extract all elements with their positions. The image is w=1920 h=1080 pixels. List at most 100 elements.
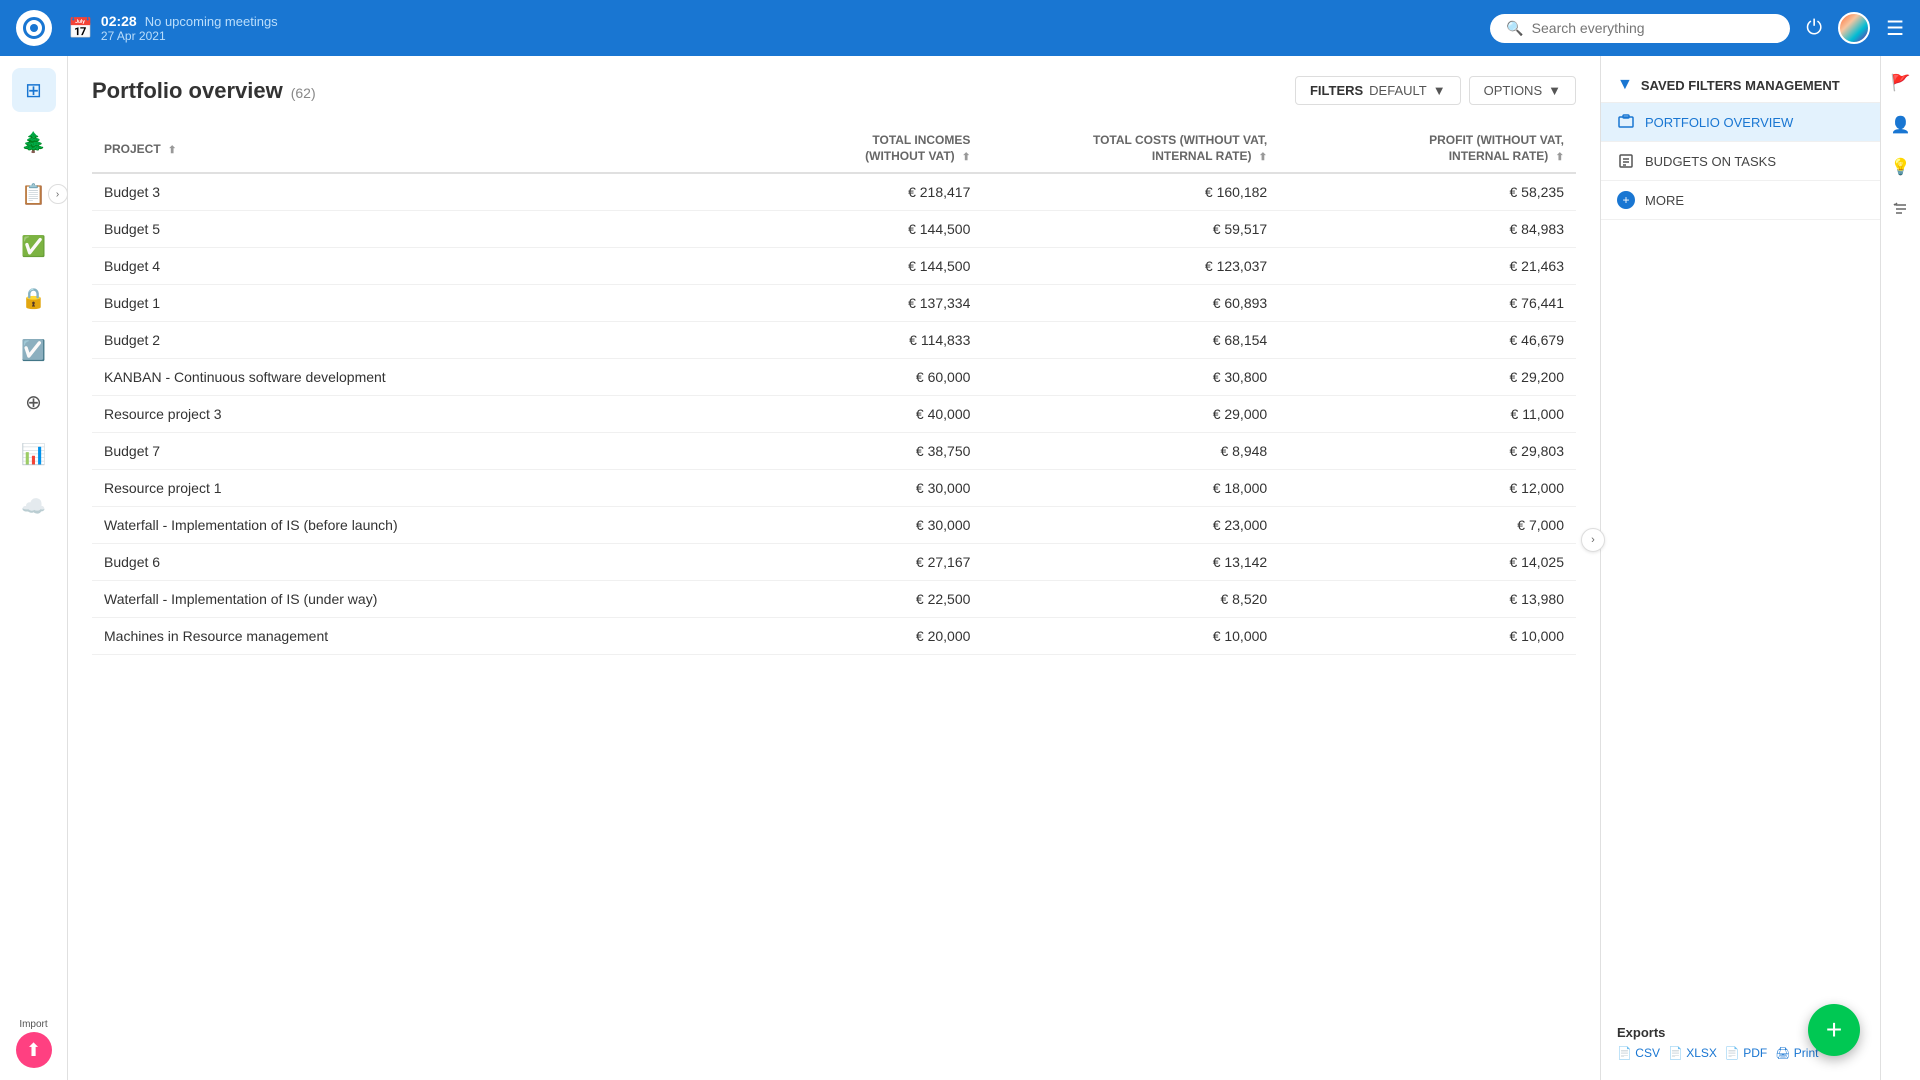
task-list-icon[interactable] [1886,194,1916,224]
menu-button[interactable]: ☰ [1886,16,1904,41]
cell-profit-11: € 13,980 [1279,581,1576,618]
cell-income-2: € 144,500 [686,248,983,285]
export-xlsx[interactable]: 📄 XLSX [1668,1046,1717,1060]
cell-income-0: € 218,417 [686,173,983,211]
cell-profit-1: € 84,983 [1279,211,1576,248]
table-row[interactable]: Budget 5 € 144,500 € 59,517 € 84,983 [92,211,1576,248]
th-profit[interactable]: PROFIT (WITHOUT VAT,INTERNAL RATE) ⬆ [1279,125,1576,173]
cell-costs-2: € 123,037 [982,248,1279,285]
budget-icon [1617,152,1635,170]
export-pdf[interactable]: 📄 PDF [1725,1046,1767,1060]
cell-income-1: € 144,500 [686,211,983,248]
th-project[interactable]: PROJECT ⬆ [92,125,686,173]
table-row[interactable]: Budget 2 € 114,833 € 68,154 € 46,679 [92,322,1576,359]
cell-costs-1: € 59,517 [982,211,1279,248]
options-button[interactable]: OPTIONS ▼ [1469,76,1576,105]
table-row[interactable]: Waterfall - Implementation of IS (under … [92,581,1576,618]
sidebar-item-tasks[interactable]: 📋 › [12,172,56,216]
filter-item-budgets-label: BUDGETS ON TASKS [1645,154,1776,169]
calendar-widget[interactable]: 📅 02:28 No upcoming meetings 27 Apr 2021 [68,13,278,43]
table-row[interactable]: Budget 4 € 144,500 € 123,037 € 21,463 [92,248,1576,285]
cell-costs-3: € 60,893 [982,285,1279,322]
more-plus-icon: + [1617,191,1635,209]
user-search-icon[interactable]: 👤 [1886,110,1916,140]
exports-links: 📄 CSV 📄 XLSX 📄 PDF 🖨 Print [1617,1046,1818,1060]
sidebar-bottom: Import ⬆ [12,1019,56,1068]
cell-profit-5: € 29,200 [1279,359,1576,396]
th-costs[interactable]: TOTAL COSTS (WITHOUT VAT,INTERNAL RATE) … [982,125,1279,173]
filter-title: SAVED FILTERS MANAGEMENT [1641,78,1840,93]
exports-title: Exports [1617,1025,1818,1040]
right-panel: 🚩 👤 💡 [1880,56,1920,1080]
expand-arrow[interactable]: › [48,184,68,204]
exports-section: Exports 📄 CSV 📄 XLSX 📄 PDF 🖨 Print [1617,1025,1818,1060]
sidebar-item-timer[interactable]: ⊕ [12,380,56,424]
analytics-icon: 📊 [21,442,46,467]
cell-costs-12: € 10,000 [982,618,1279,655]
table-row[interactable]: Machines in Resource management € 20,000… [92,618,1576,655]
search-input[interactable] [1532,20,1775,36]
export-csv[interactable]: 📄 CSV [1617,1046,1660,1060]
sidebar-item-checklist[interactable]: ✅ [12,224,56,268]
sort-icon-project: ⬆ [168,145,176,156]
cell-income-3: € 137,334 [686,285,983,322]
topbar-actions: ⏻ ☰ [1806,12,1904,44]
cell-costs-7: € 8,948 [982,433,1279,470]
table-row[interactable]: Budget 3 € 218,417 € 160,182 € 58,235 [92,173,1576,211]
filters-value: DEFAULT [1369,83,1427,98]
table-row[interactable]: KANBAN - Continuous software development… [92,359,1576,396]
sidebar-item-dashboard[interactable]: ⊞ [12,68,56,112]
table-row[interactable]: Budget 7 € 38,750 € 8,948 € 29,803 [92,433,1576,470]
filters-label: FILTERS [1310,83,1363,98]
filter-sidebar: ▼ SAVED FILTERS MANAGEMENT PORTFOLIO OVE… [1600,56,1880,1080]
page-count: (62) [291,85,316,101]
cell-profit-2: € 21,463 [1279,248,1576,285]
import-button[interactable]: Import ⬆ [12,1019,56,1068]
sidebar-item-approval[interactable]: ☑️ [12,328,56,372]
sidebar-item-analytics[interactable]: 📊 [12,432,56,476]
header-controls: FILTERS DEFAULT ▼ OPTIONS ▼ [1295,76,1576,105]
cell-project-3: Budget 1 [92,285,686,322]
page-header: Portfolio overview (62) FILTERS DEFAULT … [92,76,1576,105]
cell-costs-6: € 29,000 [982,396,1279,433]
filter-item-budgets[interactable]: BUDGETS ON TASKS [1601,142,1880,181]
table-row[interactable]: Waterfall - Implementation of IS (before… [92,507,1576,544]
table-row[interactable]: Budget 6 € 27,167 € 13,142 € 14,025 [92,544,1576,581]
table-row[interactable]: Resource project 1 € 30,000 € 18,000 € 1… [92,470,1576,507]
table-row[interactable]: Resource project 3 € 40,000 € 29,000 € 1… [92,396,1576,433]
power-button[interactable]: ⏻ [1806,17,1822,40]
cell-income-5: € 60,000 [686,359,983,396]
sort-icon-profit: ⬆ [1556,152,1564,163]
cell-costs-10: € 13,142 [982,544,1279,581]
fab-add-button[interactable]: + [1808,1004,1860,1056]
cell-project-0: Budget 3 [92,173,686,211]
flag-icon[interactable]: 🚩 [1886,68,1916,98]
main-content: Portfolio overview (62) FILTERS DEFAULT … [68,56,1600,1080]
options-chevron-icon: ▼ [1548,83,1561,98]
avatar[interactable] [1838,12,1870,44]
lightbulb-icon[interactable]: 💡 [1886,152,1916,182]
cell-project-2: Budget 4 [92,248,686,285]
filters-button[interactable]: FILTERS DEFAULT ▼ [1295,76,1461,105]
filter-item-more[interactable]: + MORE [1601,181,1880,220]
cell-income-6: € 40,000 [686,396,983,433]
collapse-panel-button[interactable]: › [1581,528,1605,552]
cell-profit-12: € 10,000 [1279,618,1576,655]
cell-profit-3: € 76,441 [1279,285,1576,322]
sort-icon-costs: ⬆ [1259,152,1267,163]
filter-item-portfolio[interactable]: PORTFOLIO OVERVIEW [1601,103,1880,142]
cell-income-9: € 30,000 [686,507,983,544]
sidebar-item-cloud[interactable]: ☁️ [12,484,56,528]
search-box[interactable]: 🔍 [1490,14,1790,43]
checklist-icon: ✅ [21,234,46,259]
sidebar-item-security[interactable]: 🔒 [12,276,56,320]
approval-icon: ☑️ [21,338,46,363]
cell-profit-10: € 14,025 [1279,544,1576,581]
table-row[interactable]: Budget 1 € 137,334 € 60,893 € 76,441 [92,285,1576,322]
cloud-icon: ☁️ [21,494,46,519]
th-income[interactable]: TOTAL INCOMES(WITHOUT VAT) ⬆ [686,125,983,173]
sidebar-item-tree[interactable]: 🌲 [12,120,56,164]
app-logo[interactable] [16,10,52,46]
cell-income-4: € 114,833 [686,322,983,359]
export-print[interactable]: 🖨 Print [1775,1046,1818,1060]
